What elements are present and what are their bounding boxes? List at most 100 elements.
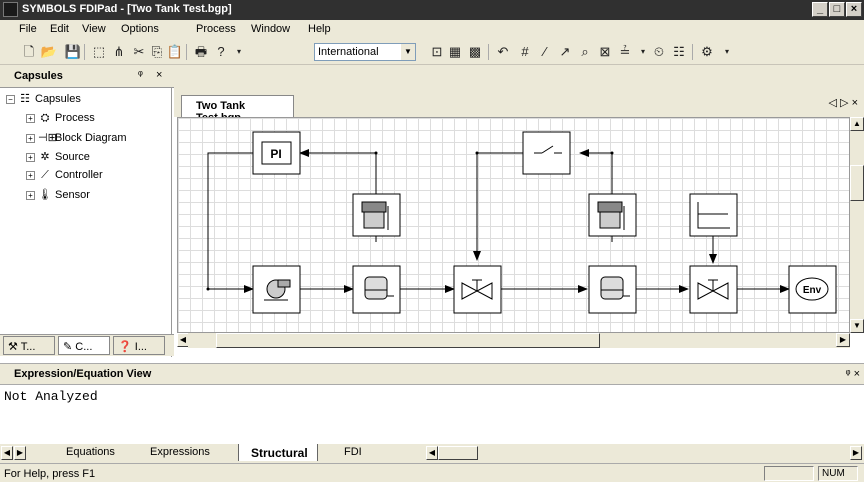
- new-icon[interactable]: 🗋: [20, 43, 38, 61]
- tab-expressions[interactable]: Expressions: [124, 444, 216, 461]
- collapse-icon[interactable]: −: [6, 94, 15, 104]
- paste-icon[interactable]: 📋: [166, 43, 184, 61]
- num-lock-indicator: NUM: [818, 466, 858, 481]
- tab-scroll-right-icon[interactable]: ▶: [14, 446, 26, 460]
- horizontal-scroll-thumb[interactable]: [216, 333, 600, 348]
- document-tab[interactable]: Two Tank Test.bgp: [181, 95, 294, 124]
- signal-source-block: [689, 193, 738, 237]
- vertical-scroll-thumb[interactable]: [850, 165, 864, 201]
- bottom-scroll-thumb[interactable]: [438, 446, 478, 460]
- window-title: SYMBOLS FDIPad - [Two Tank Test.bgp]: [22, 3, 232, 15]
- arrow-icon[interactable]: ↗: [556, 43, 574, 61]
- tab-scroll-left-icon[interactable]: ◀: [1, 446, 13, 460]
- zoom-icon[interactable]: ⌕: [576, 43, 594, 61]
- copy-icon[interactable]: ⎘: [148, 43, 166, 61]
- tree-root[interactable]: − ☷ Capsules: [6, 92, 81, 105]
- language-select[interactable]: International ▼: [314, 43, 416, 61]
- source-icon: ✲: [40, 151, 50, 163]
- grid-icon[interactable]: ▦: [446, 43, 464, 61]
- tab-tools[interactable]: ⚒ T...: [3, 336, 55, 355]
- menu-edit[interactable]: Edit: [50, 23, 69, 35]
- list-icon[interactable]: ☷: [670, 43, 688, 61]
- horizontal-scrollbar[interactable]: ▶: [188, 333, 850, 348]
- toolbar-separator: [692, 44, 693, 60]
- settings-icon[interactable]: ⚙: [698, 43, 716, 61]
- menu-file[interactable]: File: [19, 23, 37, 35]
- expression-view-title: Expression/Equation View: [14, 368, 152, 380]
- block-diagram-icon: ⊣⊞: [38, 132, 57, 144]
- scroll-right-icon[interactable]: ▶: [836, 333, 850, 347]
- toolbar-overflow-icon[interactable]: ▾: [718, 43, 736, 61]
- menu-options[interactable]: Options: [121, 23, 159, 35]
- menu-window[interactable]: Window: [251, 23, 290, 35]
- expand-icon[interactable]: +: [26, 152, 35, 162]
- hash-icon[interactable]: #: [516, 43, 534, 61]
- box-x-icon[interactable]: ⊠: [596, 43, 614, 61]
- expand-icon[interactable]: +: [26, 170, 35, 180]
- tab-label: C...: [75, 341, 93, 353]
- tree-item-label: Source: [55, 151, 90, 163]
- print-icon[interactable]: 🖶: [192, 43, 210, 61]
- maximize-button[interactable]: □: [829, 2, 845, 17]
- toolbar-separator: [84, 44, 85, 60]
- document-nav[interactable]: ◁ ▷ ×: [829, 96, 858, 109]
- expand-icon[interactable]: +: [26, 113, 35, 123]
- tree-item-label: Process: [55, 112, 95, 124]
- hscroll-right-icon[interactable]: ▶: [850, 446, 862, 460]
- help-icon[interactable]: ?: [212, 43, 230, 61]
- tree-item-source[interactable]: + ✲ Source: [26, 150, 90, 163]
- tree-item-sensor[interactable]: + 🌡 Sensor: [26, 188, 90, 201]
- select-icon[interactable]: ⬚: [90, 43, 108, 61]
- snap-grid-icon[interactable]: ▩: [466, 43, 484, 61]
- status-text: For Help, press F1: [4, 468, 96, 480]
- close-button[interactable]: ×: [846, 2, 862, 17]
- pin-icon[interactable]: ᵠ: [138, 69, 143, 81]
- menu-process[interactable]: Process: [196, 23, 236, 35]
- tab-structural[interactable]: Structural: [238, 444, 318, 461]
- process-diagram: PI Env: [206, 131, 837, 314]
- menu-bar: File Edit View Options Process Window He…: [0, 20, 864, 39]
- cut-icon[interactable]: ✂: [130, 43, 148, 61]
- line-icon[interactable]: ⁄: [536, 43, 554, 61]
- toolbar-overflow-icon[interactable]: ▾: [230, 43, 248, 61]
- expression-view-header: Expression/Equation View ᵠ ×: [0, 363, 864, 385]
- control-signal: [207, 152, 253, 289]
- tree-item-process[interactable]: + ⛭ Process: [26, 112, 95, 125]
- analysis-status: Not Analyzed: [4, 389, 98, 404]
- hscroll-left-icon[interactable]: ◀: [426, 446, 438, 460]
- minimize-button[interactable]: _: [812, 2, 828, 17]
- equation-help-icon[interactable]: ≟: [616, 43, 634, 61]
- sensor-icon: [597, 201, 625, 230]
- open-icon[interactable]: 📂: [40, 43, 58, 61]
- tab-label: I...: [134, 341, 147, 353]
- app-icon[interactable]: [3, 2, 18, 17]
- tab-fdi[interactable]: FDI: [336, 444, 396, 461]
- connect-icon[interactable]: ⋔: [110, 43, 128, 61]
- tree-item-block-diagram[interactable]: + ⊣⊞Block Diagram: [26, 131, 127, 144]
- chevron-down-icon[interactable]: ▼: [401, 44, 415, 60]
- expand-icon[interactable]: +: [26, 190, 35, 200]
- diagram-canvas[interactable]: PI Env: [177, 117, 850, 333]
- toolbar-separator: [186, 44, 187, 60]
- scroll-down-icon[interactable]: ▼: [850, 319, 864, 333]
- expand-icon[interactable]: +: [26, 133, 35, 143]
- tab-info[interactable]: ❓ I...: [113, 336, 165, 355]
- vertical-scrollbar[interactable]: ▲ ▼: [850, 117, 864, 333]
- scroll-up-icon[interactable]: ▲: [850, 117, 864, 131]
- status-panel: [764, 466, 814, 481]
- layout-icon[interactable]: ⊡: [428, 43, 446, 61]
- tab-capsules[interactable]: ✎ C...: [58, 336, 110, 355]
- tree-item-controller[interactable]: + ⟋ Controller: [26, 169, 103, 182]
- menu-view[interactable]: View: [82, 23, 106, 35]
- menu-help[interactable]: Help: [308, 23, 331, 35]
- close-icon[interactable]: ×: [156, 69, 162, 81]
- undo-icon[interactable]: ↶: [494, 43, 512, 61]
- sensor-icon: 🌡: [38, 189, 52, 201]
- pen-icon: ✎: [63, 341, 76, 353]
- tab-equations[interactable]: Equations: [32, 444, 115, 461]
- clock-icon[interactable]: ⏲: [650, 43, 668, 61]
- pin-close-icons[interactable]: ᵠ ×: [846, 368, 860, 380]
- capsules-tree: − ☷ Capsules + ⛭ Process + ⊣⊞Block Diagram + ✲…: [0, 88, 172, 357]
- capsules-panel-title: Capsules: [14, 70, 63, 82]
- save-icon[interactable]: 💾: [64, 43, 82, 61]
